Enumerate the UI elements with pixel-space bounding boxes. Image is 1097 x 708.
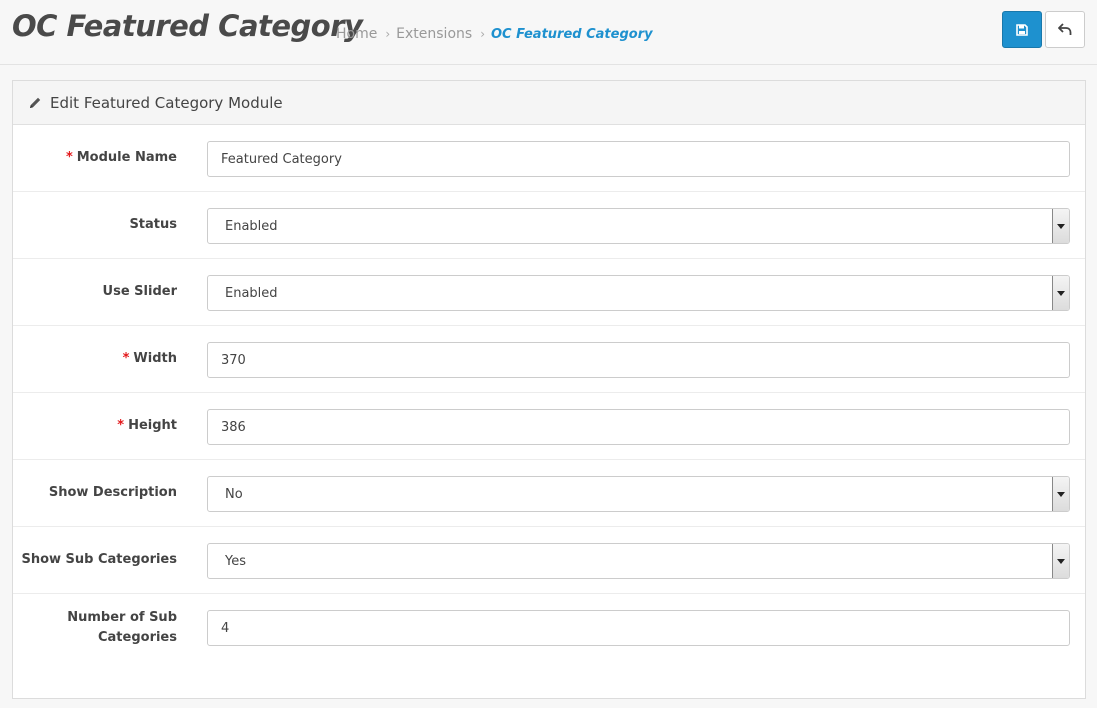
pencil-icon [30, 97, 41, 108]
status-select[interactable]: Enabled [207, 208, 1070, 244]
required-asterisk-icon: * [65, 150, 73, 165]
breadcrumb-home[interactable]: Home [336, 26, 377, 42]
edit-module-panel: Edit Featured Category Module * Module Na… [12, 80, 1086, 699]
form-row-height: * Height 386 [13, 393, 1085, 460]
save-button[interactable] [1002, 11, 1042, 48]
form-row-show-description: Show Description No [13, 460, 1085, 527]
show-description-value: No [225, 486, 243, 502]
panel-heading: Edit Featured Category Module [13, 81, 1085, 125]
show-sub-categories-select[interactable]: Yes [207, 543, 1070, 579]
breadcrumb: Home › Extensions › OC Featured Category [336, 26, 653, 42]
height-label: * Height [7, 393, 177, 459]
breadcrumb-current[interactable]: OC Featured Category [491, 27, 653, 42]
page-header: OC Featured Category Home › Extensions ›… [0, 0, 1097, 65]
height-input[interactable]: 386 [207, 409, 1070, 445]
number-of-sub-categories-label: Number of Sub Categories [67, 609, 177, 645]
chevron-down-icon[interactable] [1052, 477, 1069, 511]
breadcrumb-separator-icon: › [385, 27, 391, 41]
form-row-width: * Width 370 [13, 326, 1085, 393]
module-name-label: * Module Name [7, 125, 177, 191]
number-of-sub-categories-input[interactable]: 4 [207, 610, 1070, 646]
save-icon [1016, 23, 1028, 36]
use-slider-label: Use Slider [102, 284, 177, 299]
chevron-down-icon[interactable] [1052, 276, 1069, 310]
required-asterisk-icon: * [122, 351, 130, 366]
form-row-status: Status Enabled [13, 192, 1085, 259]
use-slider-value: Enabled [225, 285, 278, 301]
breadcrumb-extensions[interactable]: Extensions [396, 26, 472, 42]
width-input[interactable]: 370 [207, 342, 1070, 378]
show-sub-categories-label: Show Sub Categories [21, 552, 177, 567]
reply-icon [1058, 23, 1072, 35]
form-row-number-of-sub-categories: Number of Sub Categories 4 [13, 594, 1085, 661]
form-row-show-sub-categories: Show Sub Categories Yes [13, 527, 1085, 594]
breadcrumb-separator-icon: › [480, 27, 485, 41]
show-description-label: Show Description [48, 485, 177, 500]
panel-title: Edit Featured Category Module [50, 93, 283, 112]
page-title: OC Featured Category [12, 9, 363, 43]
module-name-input[interactable]: Featured Category [207, 141, 1070, 177]
chevron-down-icon[interactable] [1052, 209, 1069, 243]
required-asterisk-icon: * [117, 418, 125, 433]
use-slider-select[interactable]: Enabled [207, 275, 1070, 311]
status-label: Status [129, 217, 177, 232]
form-row-use-slider: Use Slider Enabled [13, 259, 1085, 326]
form-row-module-name: * Module Name Featured Category [13, 125, 1085, 192]
show-sub-categories-value: Yes [225, 553, 246, 569]
chevron-down-icon[interactable] [1052, 544, 1069, 578]
back-button[interactable] [1045, 11, 1085, 48]
width-label: * Width [7, 326, 177, 392]
status-value: Enabled [225, 218, 278, 234]
show-description-select[interactable]: No [207, 476, 1070, 512]
